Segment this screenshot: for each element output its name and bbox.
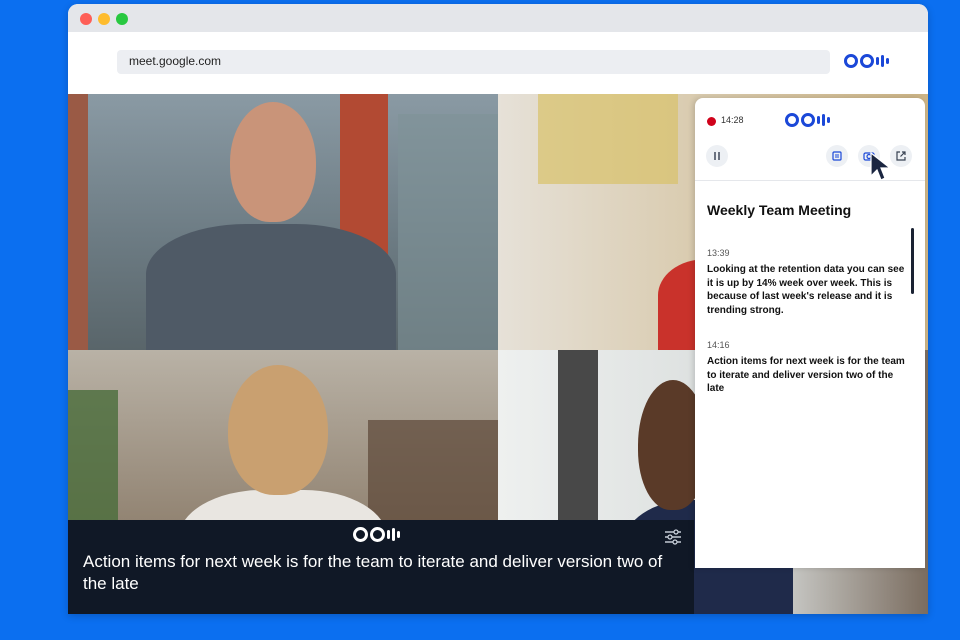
live-caption-text: Action items for next week is for the te… bbox=[83, 552, 663, 593]
participant-face bbox=[228, 365, 328, 495]
maximize-window-button[interactable] bbox=[116, 13, 128, 25]
settings-sliders-icon[interactable] bbox=[664, 529, 682, 545]
browser-toolbar: meet.google.com bbox=[68, 32, 928, 94]
transcript-scrollbar[interactable] bbox=[911, 228, 914, 294]
participant-face bbox=[230, 102, 316, 222]
otter-extension-icon[interactable] bbox=[844, 54, 889, 68]
recording-time: 14:28 bbox=[721, 115, 744, 125]
close-window-button[interactable] bbox=[80, 13, 92, 25]
mouse-cursor-icon bbox=[870, 152, 892, 181]
pause-icon bbox=[714, 152, 720, 160]
recording-indicator-icon bbox=[707, 117, 716, 126]
minimize-window-button[interactable] bbox=[98, 13, 110, 25]
external-link-icon bbox=[896, 151, 906, 161]
browser-window: meet.google.com Action items for next we… bbox=[68, 4, 928, 614]
transcript-text: Looking at the retention data you can se… bbox=[707, 264, 905, 316]
address-bar[interactable]: meet.google.com bbox=[117, 50, 830, 74]
address-bar-url: meet.google.com bbox=[129, 54, 222, 68]
open-in-new-window-button[interactable] bbox=[890, 145, 912, 167]
otter-logo-icon bbox=[785, 113, 830, 127]
pause-button[interactable] bbox=[706, 145, 728, 167]
otter-logo-icon bbox=[353, 527, 400, 542]
notes-button[interactable] bbox=[826, 145, 848, 167]
notes-icon bbox=[832, 151, 842, 161]
transcript-timestamp: 14:16 bbox=[707, 340, 730, 350]
live-caption-overlay: Action items for next week is for the te… bbox=[68, 520, 694, 614]
otter-transcript-panel: 14:28 Weekly Team Meeting 13:39 Looking … bbox=[695, 98, 925, 568]
participant-figure bbox=[146, 224, 396, 350]
panel-divider bbox=[695, 180, 925, 181]
transcript-text: Action items for next week is for the te… bbox=[707, 356, 905, 394]
meeting-title: Weekly Team Meeting bbox=[707, 202, 852, 218]
participant-video-1[interactable] bbox=[68, 94, 498, 350]
browser-titlebar bbox=[68, 4, 928, 32]
transcript-timestamp: 13:39 bbox=[707, 248, 730, 258]
